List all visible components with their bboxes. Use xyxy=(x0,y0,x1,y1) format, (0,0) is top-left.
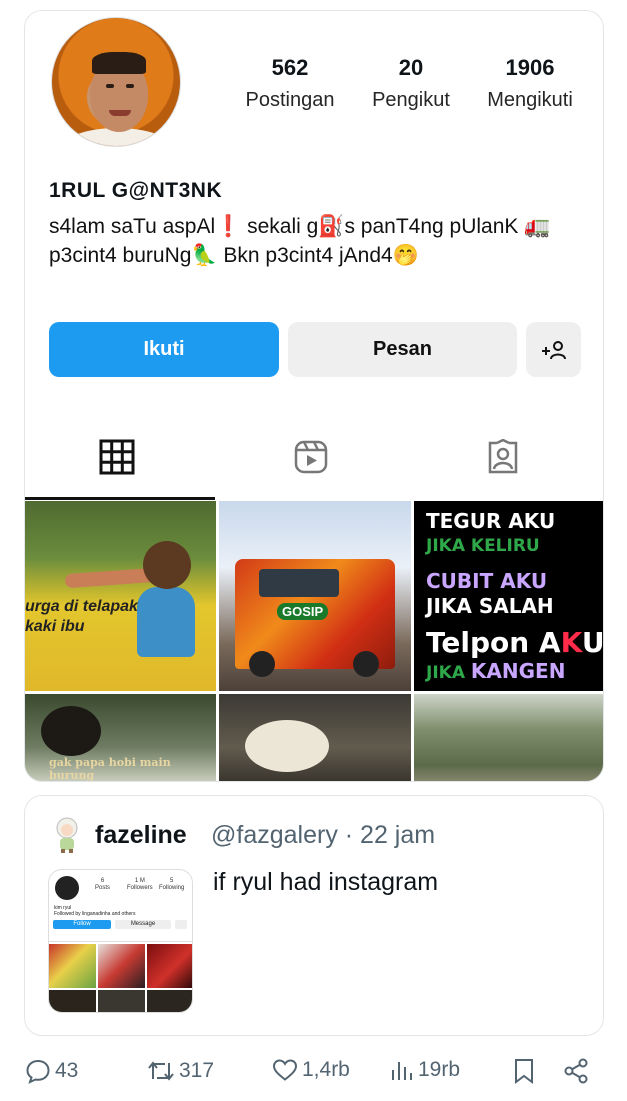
tweet-text: if ryul had instagram xyxy=(213,868,439,896)
tweet-action-bar: 43 317 1,4rb 19rb xyxy=(0,1048,627,1096)
quote-line: CUBIT AKU xyxy=(426,569,548,593)
quote-line: TEGUR AKU xyxy=(426,509,556,533)
grid-post-3[interactable]: TEGUR AKU JIKA KELIRU CUBIT AKU JIKA SAL… xyxy=(414,501,604,691)
repost-icon xyxy=(148,1061,174,1081)
repost-button[interactable]: 317 xyxy=(147,1058,214,1084)
grid-post-6[interactable] xyxy=(414,694,603,781)
stat-followers-label: Pengikut xyxy=(372,89,450,111)
heart-icon xyxy=(272,1059,298,1081)
profile-tabs xyxy=(25,431,603,501)
stat-posts-label: Postingan xyxy=(245,89,335,111)
grid-post-1-caption: urga di telapak kaki ibu xyxy=(25,598,138,635)
tweet-avatar[interactable] xyxy=(52,816,82,854)
stat-following-value: 1906 xyxy=(505,55,555,80)
quoted-tweet[interactable]: fazeline @fazgalery · 22 jam 6 Posts 1 MF… xyxy=(24,795,604,1036)
bookmark-button[interactable] xyxy=(512,1058,536,1084)
reply-icon xyxy=(26,1059,50,1084)
grid-icon xyxy=(99,439,135,475)
tab-reels[interactable] xyxy=(293,439,333,479)
profile-avatar[interactable] xyxy=(51,17,181,147)
analytics-icon xyxy=(392,1062,412,1080)
quote-line: JIKA SALAH xyxy=(426,594,554,618)
views-button[interactable]: 19rb xyxy=(390,1058,460,1082)
message-button[interactable]: Pesan xyxy=(288,322,517,377)
follow-button[interactable]: Ikuti xyxy=(49,322,279,377)
add-person-icon xyxy=(541,340,566,359)
tab-posts[interactable] xyxy=(99,439,139,479)
share-icon xyxy=(564,1058,588,1084)
tagged-person-icon xyxy=(488,438,518,474)
tab-tagged[interactable] xyxy=(485,438,525,479)
grid-post-4-caption: gak papa hobi main burung xyxy=(49,756,171,782)
bookmark-icon xyxy=(515,1059,533,1084)
reply-button[interactable]: 43 xyxy=(25,1058,78,1084)
grid-post-1[interactable]: urga di telapak kaki ibu xyxy=(25,501,216,691)
share-button[interactable] xyxy=(563,1058,589,1084)
grid-post-5[interactable] xyxy=(219,694,411,781)
active-tab-indicator xyxy=(25,497,215,500)
like-button[interactable]: 1,4rb xyxy=(272,1058,350,1082)
repost-count: 317 xyxy=(179,1059,215,1082)
tweet-author-name[interactable]: fazeline xyxy=(95,821,187,850)
view-count: 19rb xyxy=(418,1058,461,1081)
post-grid: urga di telapak kaki ibu GOSIP TEGUR AKU… xyxy=(25,501,604,782)
tweet-author-handle: @fazgalery · 22 jam xyxy=(211,821,436,849)
instagram-profile-card: 562 Postingan 20 Pengikut 1906 Mengikuti… xyxy=(24,10,604,782)
stat-following[interactable]: 1906 Mengikuti xyxy=(477,55,583,113)
tweet-media-thumbnail[interactable]: 6 Posts 1 M Followers 5 Following kim ryul F… xyxy=(48,869,193,1013)
suggest-people-button[interactable] xyxy=(526,322,581,377)
stat-followers[interactable]: 20 Pengikut xyxy=(365,55,457,113)
quote-line: JIKA KANGEN xyxy=(426,659,566,683)
quote-line: JIKA KELIRU xyxy=(426,536,540,556)
profile-display-name: 1RUL G@NT3NK xyxy=(49,179,223,202)
reply-count: 43 xyxy=(55,1059,79,1082)
stat-posts[interactable]: 562 Postingan xyxy=(238,55,342,113)
like-count: 1,4rb xyxy=(302,1058,350,1081)
grid-post-2[interactable]: GOSIP xyxy=(219,501,411,691)
sheep-avatar-icon xyxy=(56,817,78,853)
reels-icon xyxy=(294,440,328,474)
grid-post-4[interactable]: gak papa hobi main burung xyxy=(25,694,216,782)
profile-bio: s4lam saTu aspAl❗ sekali g⛽s panT4ng pUl… xyxy=(49,215,551,267)
stat-posts-value: 562 xyxy=(271,55,309,80)
quote-line: Telpon AKU xyxy=(426,626,604,659)
stat-following-label: Mengikuti xyxy=(487,89,573,111)
stat-followers-value: 20 xyxy=(398,55,424,80)
grid-post-2-caption: GOSIP xyxy=(277,603,329,620)
